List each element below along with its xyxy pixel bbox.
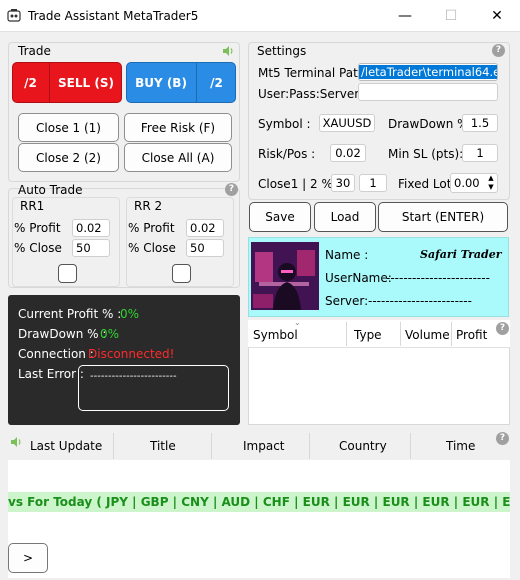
rr2-profit-label: % Profit: [128, 221, 175, 235]
buy-half-button[interactable]: /2: [197, 62, 236, 103]
col-title[interactable]: Title: [150, 439, 176, 453]
fixed-lot-value: 0.00: [454, 176, 480, 190]
title-bar: Trade Assistant MetaTrader5 — ☐ ✕: [0, 0, 520, 32]
close-window-button[interactable]: ✕: [474, 0, 520, 32]
col-volume[interactable]: Volume: [405, 328, 450, 342]
username-value: ------------------------: [386, 271, 490, 285]
column-divider: [309, 433, 310, 459]
column-divider: [211, 433, 212, 459]
rr1-close-input[interactable]: 50: [72, 239, 110, 257]
news-ticker-text: vs For Today ( JPY | GBP | CNY | AUD | C…: [8, 495, 510, 509]
help-icon[interactable]: ?: [496, 322, 509, 335]
min-sl-label: Min SL (pts):: [388, 147, 464, 161]
column-divider: [451, 322, 452, 346]
symbol-label: Symbol :: [258, 117, 311, 131]
fixed-lot-label: Fixed Lot: [398, 177, 452, 191]
rr1-close-label: % Close: [14, 241, 62, 255]
auto-trade-title: Auto Trade: [18, 183, 83, 197]
settings-title: Settings: [257, 44, 307, 58]
rr2-close-label: % Close: [128, 241, 176, 255]
terminal-path-value: /letaTrader\terminal64.exe: [359, 65, 497, 79]
spin-down-icon[interactable]: ▼: [485, 183, 497, 192]
drawdown-setting-label: DrawDown %: [388, 117, 469, 131]
col-country[interactable]: Country: [339, 439, 387, 453]
minimize-button[interactable]: —: [382, 0, 428, 32]
drawdown-status-label: DrawDown % :: [18, 327, 107, 341]
risk-pos-label: Risk/Pos :: [258, 147, 316, 161]
risk-pos-input[interactable]: 0.02: [330, 144, 366, 162]
column-divider: [113, 433, 114, 459]
close2-pct-input[interactable]: 1: [359, 174, 387, 192]
symbol-input[interactable]: XAUUSD: [319, 114, 375, 132]
server-value: ------------------------: [368, 294, 472, 308]
app-icon: [7, 9, 21, 22]
save-button[interactable]: Save: [249, 202, 311, 232]
help-icon[interactable]: ?: [496, 432, 509, 445]
sell-half-button[interactable]: /2: [12, 62, 50, 103]
current-profit-value: 0%: [120, 307, 140, 321]
close1-pct-input[interactable]: 30: [331, 174, 355, 192]
user-pass-input[interactable]: [358, 83, 498, 101]
buy-button[interactable]: BUY (B): [126, 62, 197, 103]
close-2-button[interactable]: Close 2 (2): [18, 143, 119, 172]
min-sl-input[interactable]: 1: [462, 144, 498, 162]
close-1-button[interactable]: Close 1 (1): [18, 113, 119, 142]
column-divider: [410, 433, 411, 459]
sell-button[interactable]: SELL (S): [50, 62, 122, 103]
news-ticker: vs For Today ( JPY | GBP | CNY | AUD | C…: [8, 492, 510, 512]
terminal-path-input[interactable]: /letaTrader\terminal64.exe: [358, 63, 498, 81]
rr2-close-input[interactable]: 50: [186, 239, 224, 257]
rr1-title: RR1: [20, 199, 45, 213]
connection-status: Disconnected!: [88, 347, 175, 361]
connection-label: Connection :: [18, 347, 94, 361]
trade-title: Trade: [18, 44, 51, 58]
column-divider: [346, 322, 347, 346]
last-error-value: ------------------------: [90, 371, 177, 382]
account-name-value: Safari Trader: [420, 248, 502, 261]
maximize-button[interactable]: ☐: [428, 0, 474, 32]
close-all-button[interactable]: Close All (A): [124, 143, 232, 172]
current-profit-label: Current Profit % :: [18, 307, 122, 321]
col-type[interactable]: Type: [354, 328, 382, 342]
speaker-icon[interactable]: [10, 436, 22, 448]
username-label: UserName:: [325, 271, 392, 285]
spin-up-icon[interactable]: ▲: [485, 174, 497, 183]
col-symbol[interactable]: Symbol: [253, 328, 298, 342]
news-body: [8, 460, 510, 578]
load-button[interactable]: Load: [314, 202, 376, 232]
start-button[interactable]: Start (ENTER): [378, 202, 508, 232]
rr1-profit-label: % Profit: [14, 221, 61, 235]
col-last-update[interactable]: Last Update: [30, 439, 102, 453]
close-pct-label: Close1 | 2 % :: [258, 177, 341, 191]
user-pass-label: User:Pass:Server: [258, 87, 360, 101]
server-label: Server:: [325, 294, 369, 308]
help-icon[interactable]: ?: [225, 183, 238, 196]
expand-button[interactable]: >: [8, 543, 48, 573]
window-title: Trade Assistant MetaTrader5: [28, 9, 199, 23]
speaker-icon[interactable]: [222, 45, 234, 57]
col-time[interactable]: Time: [446, 439, 475, 453]
column-divider: [400, 322, 401, 346]
trader-avatar: [251, 242, 319, 310]
rr1-checkbox[interactable]: [58, 264, 77, 283]
rr2-checkbox[interactable]: [172, 264, 191, 283]
last-error-label: Last Error :: [18, 367, 84, 381]
rr1-profit-input[interactable]: 0.02: [72, 219, 110, 237]
free-risk-button[interactable]: Free Risk (F): [124, 113, 232, 142]
account-name-label: Name :: [325, 248, 369, 262]
drawdown-status-value: 0%: [100, 327, 120, 341]
help-icon[interactable]: ?: [492, 44, 505, 57]
sort-chevron-icon: ⌄: [294, 318, 301, 327]
drawdown-input[interactable]: 1.5: [462, 114, 498, 132]
col-impact[interactable]: Impact: [243, 439, 285, 453]
terminal-path-label: Mt5 Terminal Path :: [258, 66, 374, 80]
rr2-title: RR 2: [134, 199, 163, 213]
rr2-profit-input[interactable]: 0.02: [186, 219, 224, 237]
col-profit[interactable]: Profit: [456, 328, 487, 342]
